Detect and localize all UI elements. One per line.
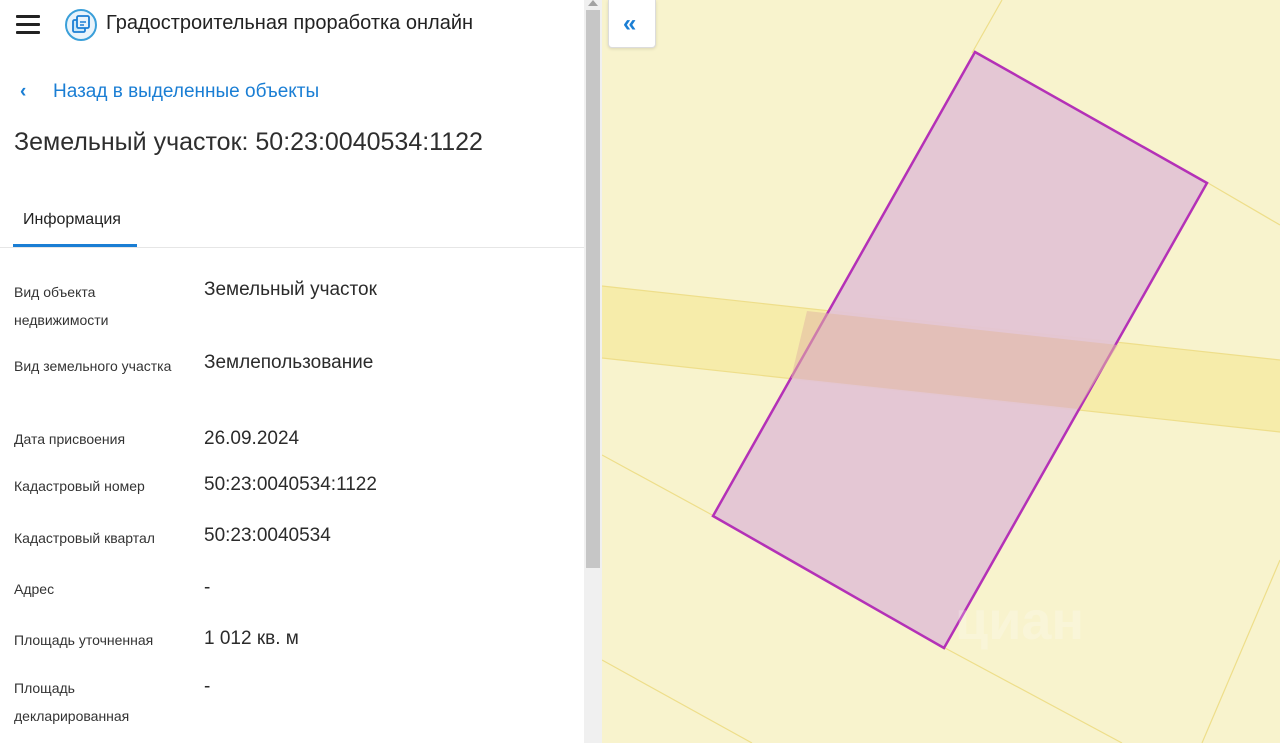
watermark-logo: циан: [955, 591, 1085, 651]
double-chevron-left-icon: «: [623, 10, 637, 37]
info-value-cadastral-quarter: 50:23:0040534: [204, 525, 331, 546]
info-label-area-declared: Площадь декларированная: [14, 680, 130, 724]
active-tab-indicator: [13, 244, 137, 247]
scrollbar-thumb[interactable]: [586, 10, 600, 568]
object-info-panel: Градостроительная проработка онлайн ‹ Наз…: [0, 0, 584, 743]
info-label-area-specified: Площадь уточненная: [14, 632, 154, 648]
info-value-parcel-type: Землепользование: [204, 352, 374, 373]
collapse-panel-button[interactable]: «: [608, 0, 656, 48]
tab-information[interactable]: Информация: [13, 200, 137, 247]
back-to-selected-link[interactable]: ‹ Назад в выделенные объекты: [20, 81, 319, 103]
page-title: Земельный участок: 50:23:0040534:1122: [14, 128, 483, 156]
info-label-parcel-type: Вид земельного участка: [14, 358, 172, 374]
panel-scrollbar[interactable]: [584, 0, 602, 743]
chevron-left-icon: ‹: [20, 81, 27, 102]
hamburger-menu-icon[interactable]: [16, 15, 40, 35]
app-title: Градостроительная проработка онлайн: [106, 12, 474, 34]
map-view[interactable]: [602, 0, 1280, 743]
info-label-cadastral-number: Кадастровый номер: [14, 478, 145, 494]
top-bar: Градостроительная проработка онлайн: [0, 0, 584, 52]
back-link-label: Назад в выделенные объекты: [53, 81, 320, 102]
info-value-area-specified: 1 012 кв. м: [204, 628, 299, 649]
info-label-address: Адрес: [14, 581, 55, 597]
map-canvas[interactable]: [602, 0, 1280, 743]
scroll-up-arrow-icon[interactable]: [588, 0, 598, 6]
info-value-object-type: Земельный участок: [204, 279, 377, 300]
info-label-object-type: Вид объекта недвижимости: [14, 284, 109, 328]
app-logo-icon: [64, 8, 98, 42]
info-value-address: -: [204, 577, 211, 598]
tab-information-label: Информация: [23, 211, 121, 228]
tab-bar: Информация: [0, 200, 584, 248]
info-label-cadastral-quarter: Кадастровый квартал: [14, 530, 155, 546]
info-value-area-declared: -: [204, 676, 211, 697]
info-value-assign-date: 26.09.2024: [204, 428, 300, 449]
info-label-assign-date: Дата присвоения: [14, 431, 126, 447]
info-value-cadastral-number: 50:23:0040534:1122: [204, 474, 377, 495]
